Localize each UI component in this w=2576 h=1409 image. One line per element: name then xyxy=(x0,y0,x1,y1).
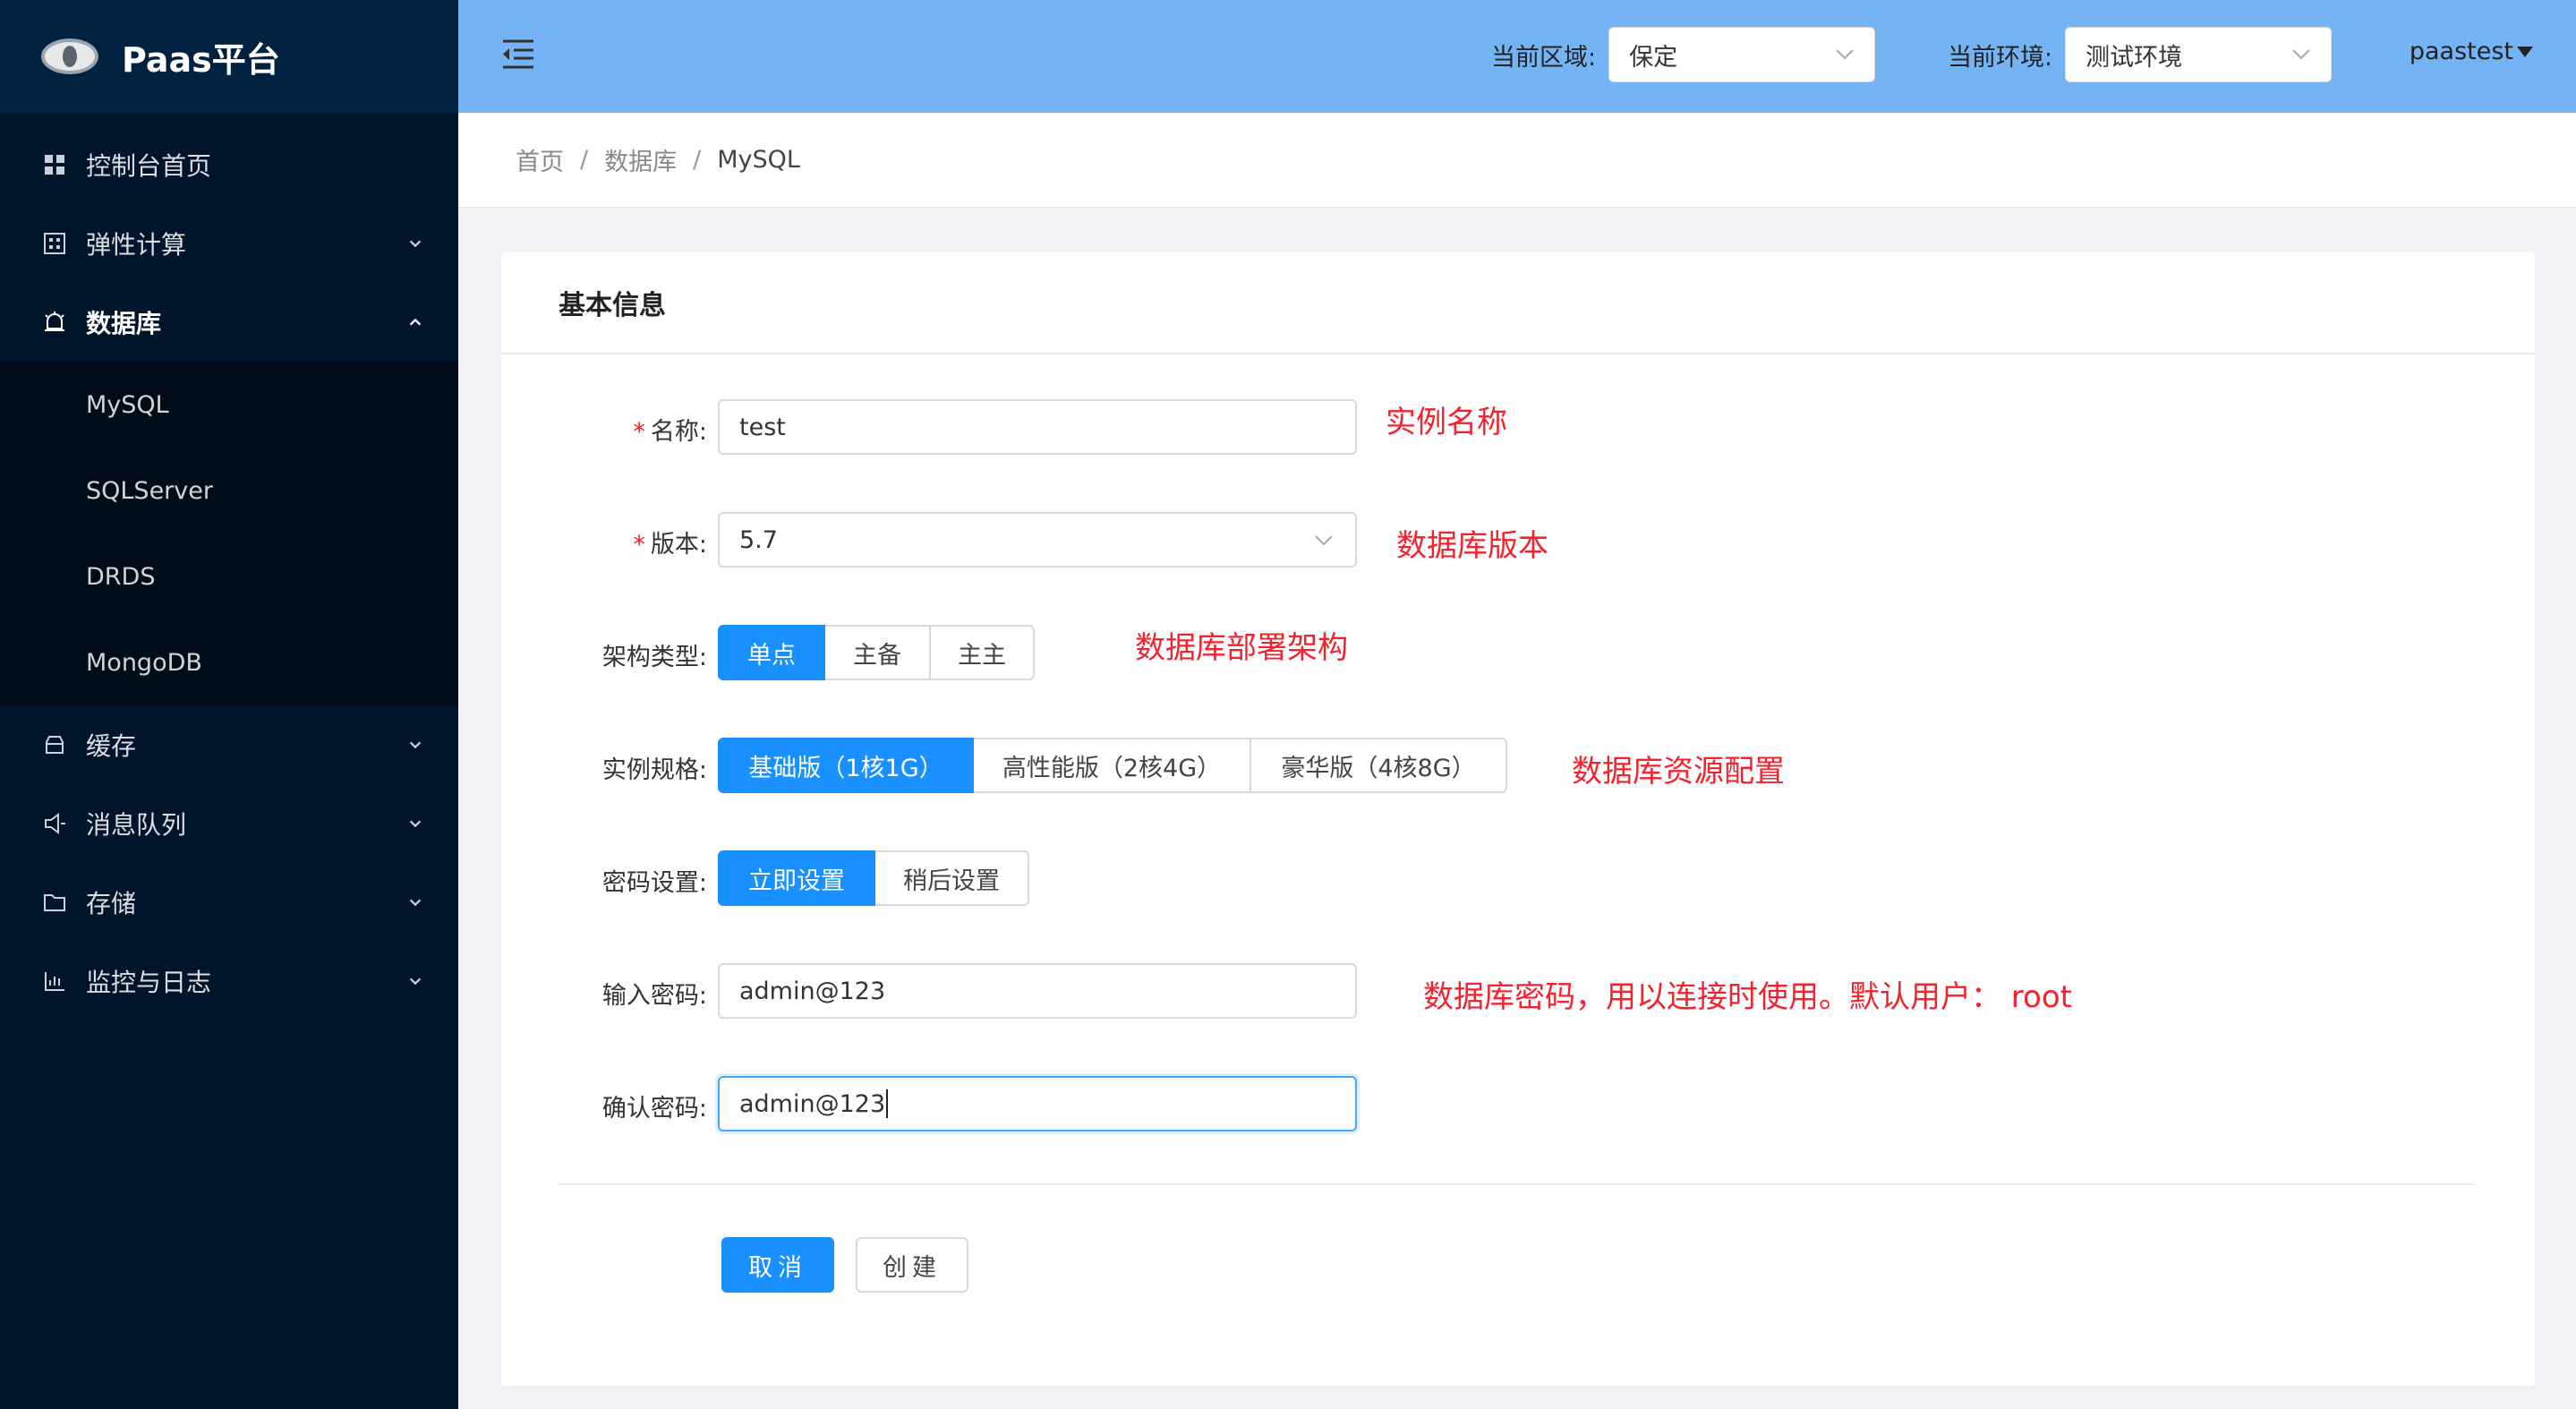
caret-down-icon xyxy=(2517,46,2533,57)
compute-icon xyxy=(41,230,68,257)
arch-single-option[interactable]: 单点 xyxy=(718,625,825,680)
region-select[interactable]: 保定 xyxy=(1608,27,1876,82)
spec-basic-option[interactable]: 基础版（1核1G） xyxy=(718,738,974,793)
version-annotation: 数据库版本 xyxy=(1396,528,1548,564)
sidebar-item-dashboard[interactable]: 控制台首页 xyxy=(0,125,458,204)
database-icon xyxy=(41,309,68,336)
top-header: 当前区域: 保定 当前环境: 测试环境 paastest xyxy=(458,0,2576,113)
logo[interactable]: Paas平台 xyxy=(0,0,458,113)
breadcrumb-home[interactable]: 首页 xyxy=(516,142,564,177)
username: paastest xyxy=(2409,38,2513,65)
password-setting-group: 立即设置 稍后设置 xyxy=(718,850,1029,906)
chevron-down-icon xyxy=(1315,535,1333,546)
chevron-down-icon xyxy=(1836,49,1854,60)
sidebar-item-label: 数据库 xyxy=(86,309,162,338)
chevron-down-icon xyxy=(406,815,424,833)
sidebar-item-compute[interactable]: 弹性计算 xyxy=(0,204,458,283)
arch-type-group: 单点 主备 主主 xyxy=(718,625,1035,680)
name-label: * 名称: xyxy=(633,418,707,446)
name-annotation: 实例名称 xyxy=(1386,405,1507,440)
sidebar-item-sqlserver[interactable]: SQLServer xyxy=(0,448,458,534)
region-selector: 当前区域: 保定 xyxy=(1491,27,1876,82)
env-select[interactable]: 测试环境 xyxy=(2065,27,2333,82)
set-now-option[interactable]: 立即设置 xyxy=(718,850,875,906)
logo-icon xyxy=(41,38,98,74)
region-label: 当前区域: xyxy=(1491,43,1597,72)
basic-info-card: 基本信息 * 名称: test 实例名称 * 版本: 5.7 数据库版本 架构类型:… xyxy=(501,252,2535,1386)
environment-selector: 当前环境: 测试环境 xyxy=(1948,27,2333,82)
breadcrumb-separator: / xyxy=(580,146,589,174)
sidebar-item-label: 监控与日志 xyxy=(86,968,212,997)
env-value: 测试环境 xyxy=(2086,43,2183,72)
message-queue-icon xyxy=(41,810,68,837)
arch-label: 架构类型: xyxy=(601,644,707,671)
sidebar-item-label: 缓存 xyxy=(86,731,137,761)
instance-spec-group: 基础版（1核1G） 高性能版（2核4G） 豪华版（4核8G） xyxy=(718,738,1507,793)
spec-label: 实例规格: xyxy=(601,756,707,784)
password-input[interactable]: admin@123 xyxy=(718,963,1357,1019)
set-later-option[interactable]: 稍后设置 xyxy=(874,850,1029,906)
chevron-down-icon xyxy=(406,893,424,911)
version-select[interactable]: 5.7 xyxy=(718,512,1357,568)
arch-master-standby-option[interactable]: 主备 xyxy=(823,625,931,680)
sidebar-item-label: 存储 xyxy=(86,889,137,918)
required-mark: * xyxy=(633,418,645,446)
spec-performance-option[interactable]: 高性能版（2核4G） xyxy=(972,738,1251,793)
sidebar-item-monitoring[interactable]: 监控与日志 xyxy=(0,942,458,1020)
dashboard-icon xyxy=(41,151,68,178)
password-setting-label: 密码设置: xyxy=(601,869,707,897)
sidebar-item-cache[interactable]: 缓存 xyxy=(0,705,458,784)
spec-deluxe-option[interactable]: 豪华版（4核8G） xyxy=(1250,738,1507,793)
breadcrumb-separator: / xyxy=(693,146,702,174)
sidebar-menu: 控制台首页 弹性计算 数据库 MySQL SQLServer DRDS Mong… xyxy=(0,113,458,1020)
confirm-password-label: 确认密码: xyxy=(601,1095,707,1123)
menu-fold-icon[interactable] xyxy=(499,36,537,72)
database-submenu: MySQL SQLServer DRDS MongoDB xyxy=(0,362,458,705)
form-divider xyxy=(559,1183,2474,1185)
chart-icon xyxy=(41,968,68,995)
sidebar-item-label: 消息队列 xyxy=(86,810,187,840)
cancel-button[interactable]: 取消 xyxy=(721,1237,834,1293)
instance-name-input[interactable]: test xyxy=(718,399,1357,455)
text-cursor xyxy=(886,1089,889,1118)
arch-master-master-option[interactable]: 主主 xyxy=(929,625,1035,680)
arch-annotation: 数据库部署架构 xyxy=(1135,630,1348,666)
password-label: 输入密码: xyxy=(601,982,707,1010)
folder-icon xyxy=(41,889,68,916)
password-annotation: 数据库密码，用以连接时使用。默认用户： root xyxy=(1423,979,2072,1015)
sidebar-item-mysql[interactable]: MySQL xyxy=(0,362,458,448)
breadcrumb-database[interactable]: 数据库 xyxy=(604,142,677,177)
sidebar-item-label: 弹性计算 xyxy=(86,230,187,260)
env-label: 当前环境: xyxy=(1948,43,2053,72)
sidebar-item-storage[interactable]: 存储 xyxy=(0,863,458,942)
cache-icon xyxy=(41,731,68,758)
chevron-up-icon xyxy=(406,313,424,331)
region-value: 保定 xyxy=(1629,43,1678,72)
create-button[interactable]: 创建 xyxy=(856,1237,968,1293)
sidebar-item-label: 控制台首页 xyxy=(86,151,212,181)
sidebar-item-mongodb[interactable]: MongoDB xyxy=(0,619,458,705)
chevron-down-icon xyxy=(406,736,424,754)
version-label: * 版本: xyxy=(633,531,707,559)
sidebar: Paas平台 控制台首页 弹性计算 数据库 MySQL SQLServer DR… xyxy=(0,0,458,1409)
spec-annotation: 数据库资源配置 xyxy=(1572,754,1785,790)
app-title: Paas平台 xyxy=(122,39,280,80)
breadcrumb-current: MySQL xyxy=(717,146,800,174)
sidebar-item-database[interactable]: 数据库 xyxy=(0,283,458,362)
sidebar-item-message-queue[interactable]: 消息队列 xyxy=(0,784,458,863)
user-menu[interactable]: paastest xyxy=(2410,38,2533,65)
required-mark: * xyxy=(633,531,645,559)
chevron-down-icon xyxy=(406,235,424,252)
sidebar-item-drds[interactable]: DRDS xyxy=(0,534,458,619)
chevron-down-icon xyxy=(406,972,424,990)
chevron-down-icon xyxy=(2292,49,2310,60)
card-title: 基本信息 xyxy=(501,252,2535,354)
breadcrumb: 首页 / 数据库 / MySQL xyxy=(458,113,2576,208)
confirm-password-input[interactable]: admin@123 xyxy=(718,1076,1357,1131)
